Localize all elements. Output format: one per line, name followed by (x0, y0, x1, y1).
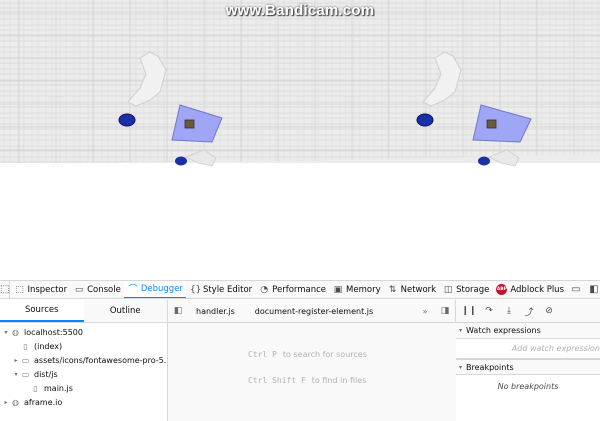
folder-icon: ▭ (21, 369, 30, 379)
watch-expressions-label: Watch expressions (466, 326, 541, 335)
watch-expression-input[interactable]: Add watch expression (456, 339, 600, 359)
debugger-controls: ❙❙ ↷ ⤓ ⤴ ⊘ (456, 300, 600, 323)
breakpoints-label: Breakpoints (466, 362, 514, 372)
editor-tab-register-element[interactable]: document-register-element.js (247, 307, 385, 316)
expanded-arrow-icon[interactable]: ▾ (2, 329, 10, 336)
source-tree-label: (index) (34, 341, 63, 351)
debugger-sidebar: ❙❙ ↷ ⤓ ⤴ ⊘ ▾ Watch expressions Add watch… (456, 300, 600, 421)
page-viewport: www.Bandicam.com (0, 0, 600, 280)
file-icon: ▯ (23, 341, 28, 351)
split-console-icon[interactable]: ◧ (585, 281, 600, 298)
performance-icon: ◔ (260, 284, 269, 295)
inspector-icon: ⬚ (15, 284, 24, 295)
step-in-icon[interactable]: ⤓ (500, 302, 518, 320)
editor-pane: ◧ handler.js document-register-element.j… (168, 300, 456, 421)
tab-label: Inspector (27, 284, 68, 295)
tab-memory[interactable]: ▣ Memory (329, 281, 384, 298)
tab-label: Adblock Plus (510, 284, 564, 295)
source-tree-label: localhost:5500 (24, 327, 83, 337)
collapsed-arrow-icon[interactable]: ▸ (12, 357, 20, 364)
tab-label: Storage (456, 284, 490, 295)
toggle-sidebar-icon[interactable]: ◨ (435, 300, 455, 323)
source-tree-item[interactable]: ▯ main.js (0, 381, 167, 395)
editor-tab-handler[interactable]: handler.js (188, 307, 247, 316)
element-picker-icon[interactable]: ⬚ (0, 281, 11, 298)
globe-icon: ◍ (12, 397, 19, 407)
storage-icon: ◫ (443, 284, 453, 295)
breakpoints-header[interactable]: ▾ Breakpoints (456, 359, 600, 375)
source-tree-label: main.js (44, 383, 73, 393)
tab-label: Debugger (140, 283, 183, 294)
vr-scene[interactable] (0, 0, 600, 280)
more-tabs-icon[interactable]: » (415, 307, 435, 316)
source-tree-label: aframe.io (24, 397, 63, 407)
tab-label: Style Editor (202, 284, 253, 295)
source-tree-item[interactable]: ▾ ◍ localhost:5500 (0, 325, 167, 339)
tab-console[interactable]: ▭ Console (70, 281, 124, 298)
tab-outline[interactable]: Outline (84, 300, 168, 322)
tab-label: Network (400, 284, 437, 295)
tab-label: Console (87, 284, 121, 295)
tab-style-editor[interactable]: {} Style Editor (186, 281, 255, 298)
tab-label: Performance (272, 284, 327, 295)
tab-network[interactable]: ⇅ Network (384, 281, 440, 298)
pause-icon[interactable]: ❙❙ (460, 302, 478, 320)
editor-tabbar: ◧ handler.js document-register-element.j… (168, 300, 455, 323)
source-tree-label: assets/icons/fontawesome-pro-5. (34, 355, 167, 365)
devtools-toolbar: ⬚ ⬚ Inspector ▭ Console ⌒ Debugger{} Style Edi… (0, 281, 600, 299)
step-over-icon[interactable]: ↷ (480, 302, 498, 320)
tab-performance[interactable]: ◔ Performance (255, 281, 329, 298)
memory-icon: ▣ (333, 284, 343, 295)
expanded-triangle-icon: ▾ (459, 327, 463, 334)
network-icon: ⇅ (388, 284, 397, 295)
deactivate-breakpoints-icon[interactable]: ⊘ (540, 302, 558, 320)
file-icon: ▯ (33, 383, 38, 393)
sources-pane: Sources Outline ▾ ◍ localhost:5500 ▯ (index)… (0, 300, 168, 421)
toolbar-right-controls: ▭ ◧ ▣ ⋯ (567, 281, 600, 298)
recording-watermark: www.Bandicam.com (225, 2, 375, 19)
expanded-arrow-icon[interactable]: ▾ (12, 371, 20, 378)
sources-subtabs: Sources Outline (0, 300, 167, 323)
collapsed-arrow-icon[interactable]: ▸ (2, 399, 10, 406)
debugger-icon: ⌒ (128, 285, 138, 295)
dock-options-icon[interactable]: ▭ (567, 281, 585, 298)
folder-icon: ▭ (21, 355, 30, 365)
tab-sources[interactable]: Sources (0, 300, 84, 322)
watch-expressions-header[interactable]: ▾ Watch expressions (456, 323, 600, 339)
tab-debugger[interactable]: ⌒ Debugger (123, 281, 186, 298)
tab-storage[interactable]: ◫ Storage (439, 281, 492, 298)
toggle-sources-icon[interactable]: ◧ (168, 300, 188, 323)
console-icon: ▭ (74, 284, 84, 295)
source-tree-item[interactable]: ▾ ▭ dist/js (0, 367, 167, 381)
source-tree-item[interactable]: ▸ ◍ aframe.io (0, 395, 167, 409)
hint-find-in-files: Ctrl Shift Fto find in files (248, 376, 367, 385)
style-editor-icon: {} (189, 284, 202, 295)
tab-label: Memory (346, 284, 381, 295)
editor-empty-area: Ctrl Pto search for sources Ctrl Shift F… (168, 323, 456, 421)
tab-inspector[interactable]: ⬚ Inspector (10, 281, 70, 298)
no-breakpoints-text: No breakpoints (497, 381, 559, 391)
source-tree-item[interactable]: ▯ (index) (0, 339, 167, 353)
adblock-icon: ABP (496, 284, 508, 295)
expanded-triangle-icon: ▾ (459, 363, 463, 371)
source-tree-item[interactable]: ▸ ▭ assets/icons/fontawesome-pro-5. (0, 353, 167, 367)
hint-search-sources: Ctrl Pto search for sources (248, 350, 367, 359)
devtools-panel: ⬚ ⬚ Inspector ▭ Console ⌒ Debugger{} Style Edi… (0, 280, 600, 421)
step-out-icon[interactable]: ⤴ (520, 302, 538, 320)
source-tree-label: dist/js (34, 369, 58, 379)
tab-adblock-plus[interactable]: ABP Adblock Plus (492, 281, 567, 298)
globe-icon: ◍ (12, 327, 19, 337)
source-tree: ▾ ◍ localhost:5500 ▯ (index) ▸ ▭ assets/icons/f… (0, 323, 167, 409)
